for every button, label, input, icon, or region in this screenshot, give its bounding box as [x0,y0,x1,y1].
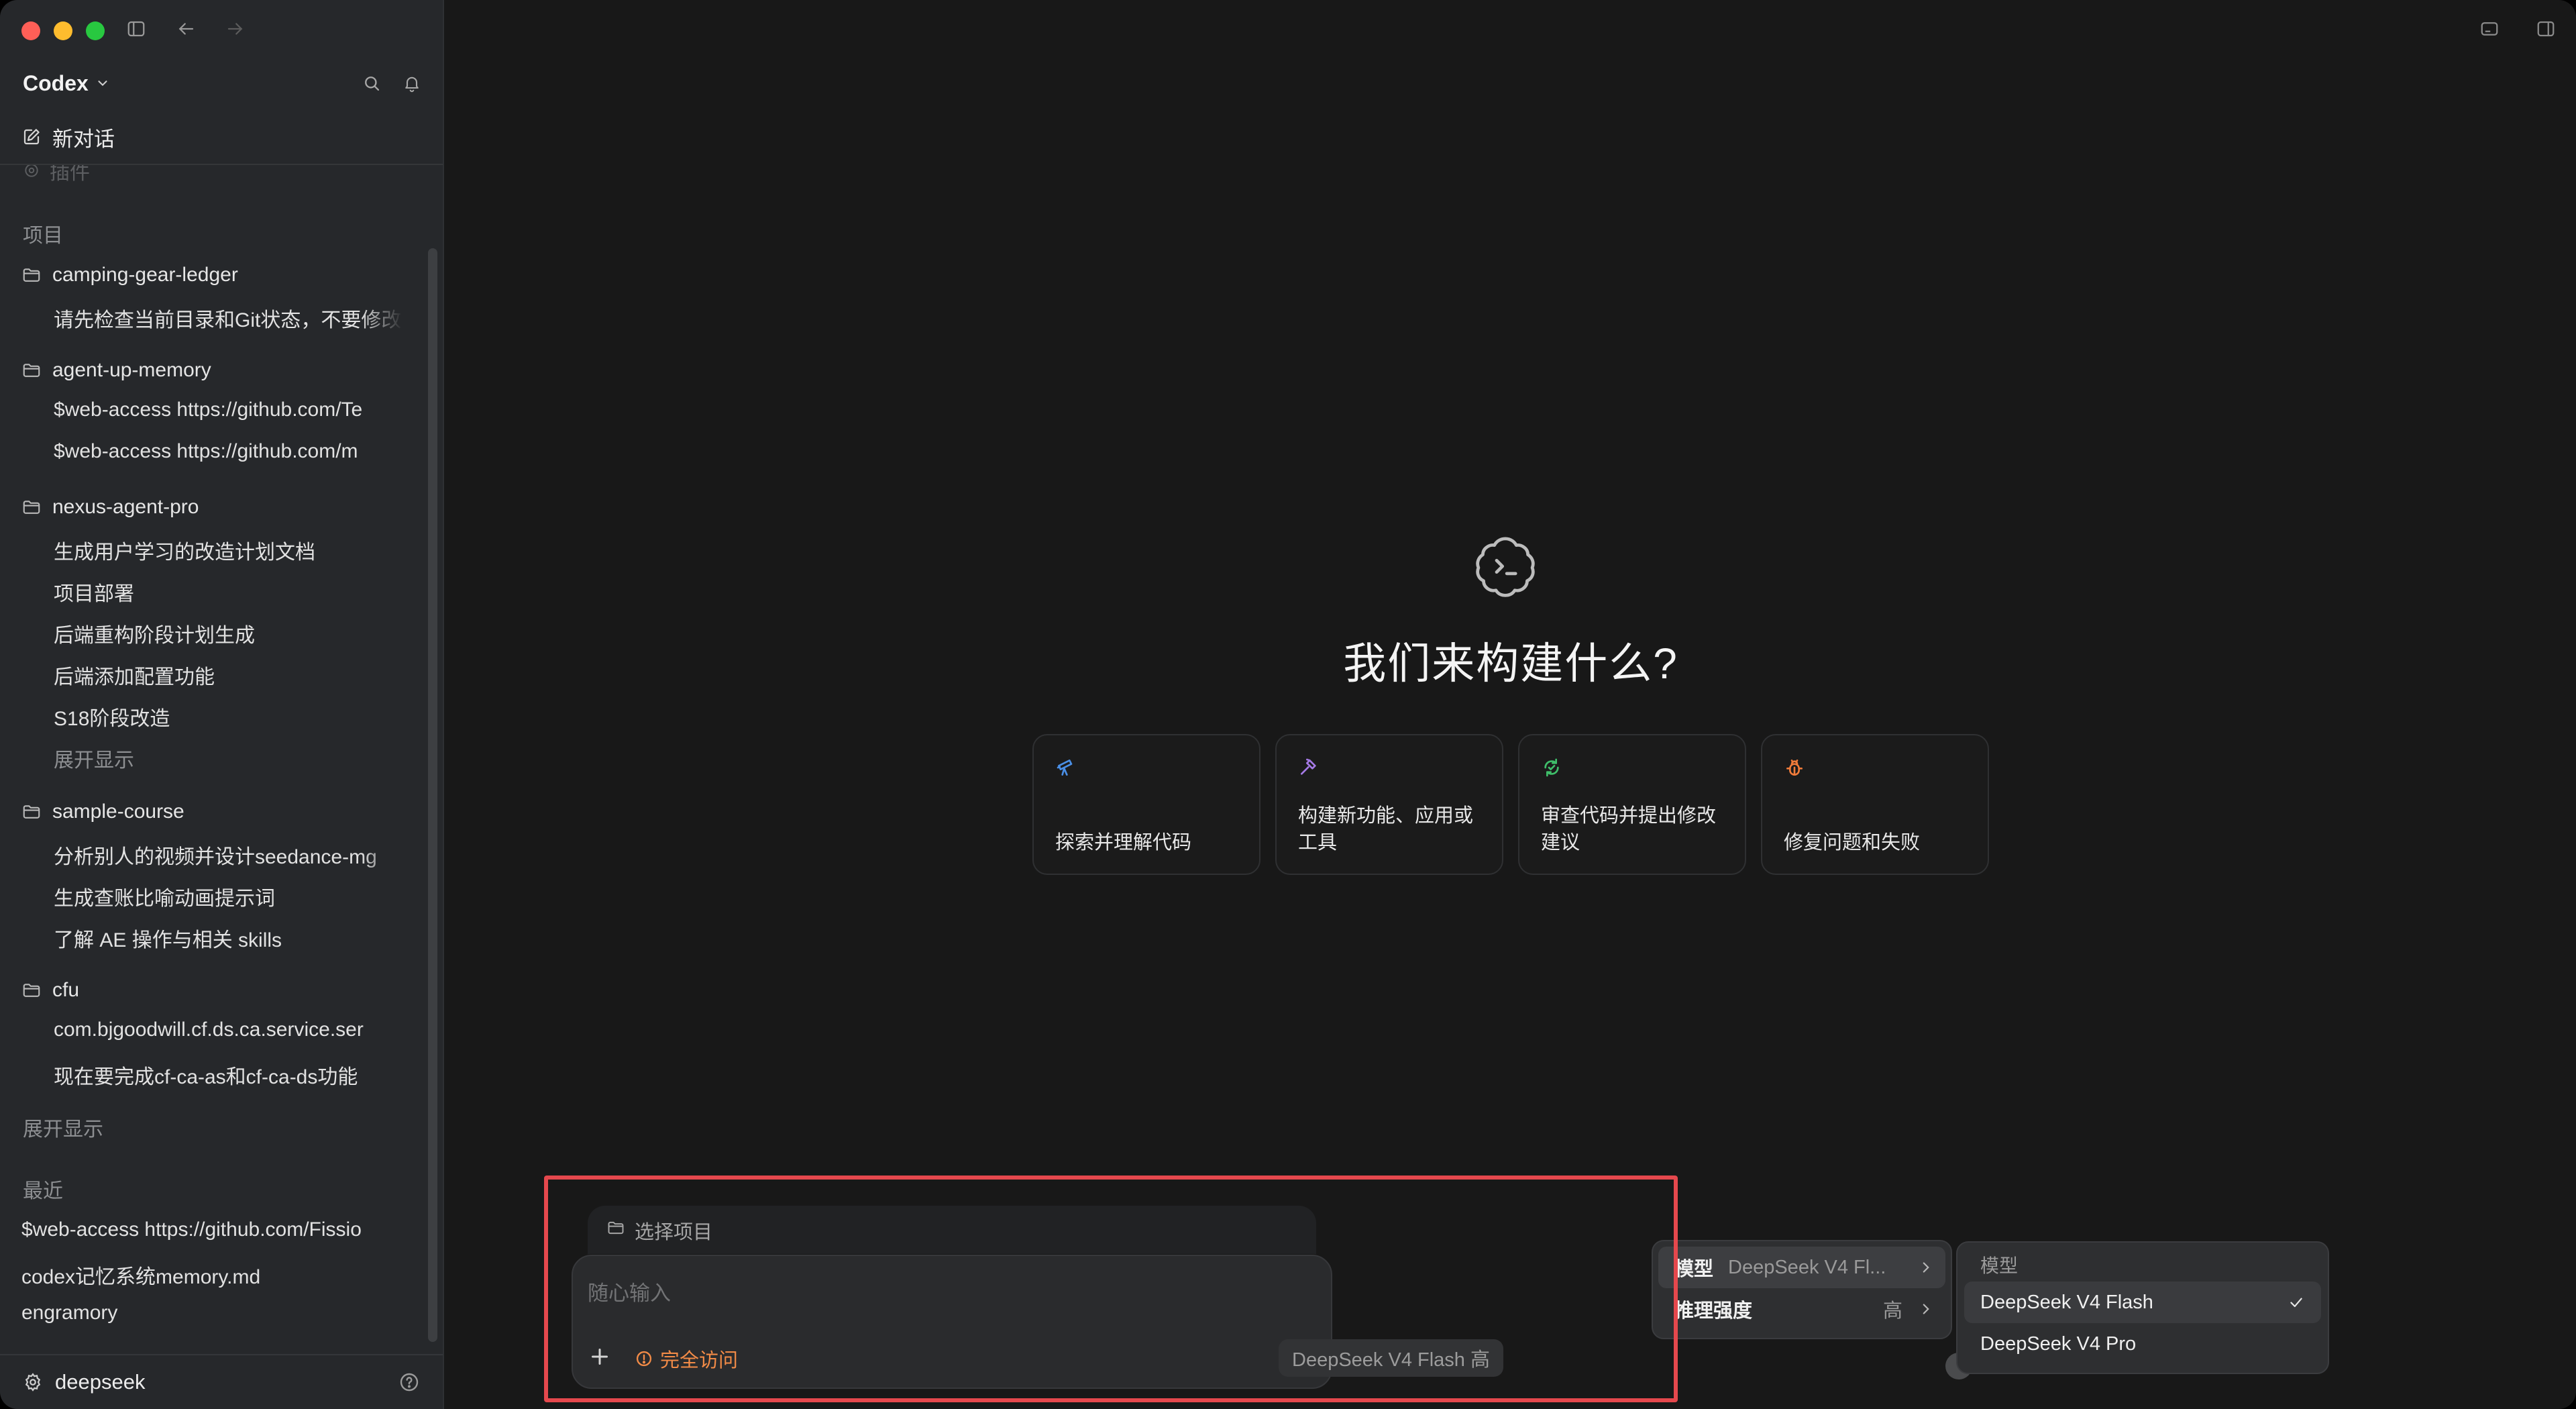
thread-item[interactable]: 现在要完成cf-ca-as和cf-ca-ds功能 [54,1060,402,1090]
new-chat-label: 新对话 [52,127,115,151]
chevron-right-icon [1923,1262,1929,1273]
thread-item[interactable]: $web-access https://github.com/Te [54,399,402,421]
sidebar-item-plugins[interactable]: 插件 [23,165,90,185]
chevron-down-icon [98,81,107,87]
recent-section-title: 最近 [23,1180,63,1202]
plugin-icon [25,165,38,177]
folder-icon [23,268,40,282]
model-option-flash[interactable]: DeepSeek V4 Flash [1964,1282,2321,1323]
submenu-title: 模型 [1980,1255,2019,1276]
recent-item[interactable]: engramory [21,1302,402,1324]
suggestion-card-explore[interactable]: 探索并理解代码 [1032,734,1260,875]
telescope-icon [1057,760,1073,776]
checkmark-icon [2290,1298,2302,1308]
sidebar-scroll-area: 插件 项目 camping-gear-ledger 请先检查当前目录和Git状态… [0,165,429,1346]
folder-icon [23,984,40,997]
model-option-pro[interactable]: DeepSeek V4 Pro [1964,1323,2321,1365]
sidebar-scrollbar[interactable] [428,248,437,1342]
projects-show-more-link[interactable]: 展开显示 [23,1112,103,1142]
thread-item[interactable]: $web-access https://github.com/m [54,440,402,463]
back-arrow-icon[interactable] [174,17,197,40]
forward-arrow-icon[interactable] [224,17,247,40]
sidebar: Codex 新对话 插件 项目 camping-gear-ledger 请先检查… [0,0,444,1409]
thread-item[interactable]: 后端添加配置功能 [54,660,402,690]
user-name: deepseek [55,1370,146,1394]
menu-item-model[interactable]: 模型 DeepSeek V4 Fl... [1658,1247,1945,1288]
project-show-more-link[interactable]: 展开显示 [54,743,134,773]
menu-item-reasoning-effort[interactable]: 推理强度 高 [1658,1288,1945,1330]
recent-item[interactable]: $web-access https://github.com/Fissio [21,1218,402,1241]
thread-item[interactable]: 了解 AE 操作与相关 skills [54,923,402,953]
folder-icon [23,501,40,514]
project-item[interactable]: nexus-agent-pro [21,491,199,523]
side-panel-toggle-icon[interactable] [2534,17,2557,40]
suggestion-card-review[interactable]: 审查代码并提出修改建议 [1518,734,1746,875]
model-submenu: 模型 DeepSeek V4 Flash DeepSeek V4 Pro [1956,1241,2329,1374]
gear-icon [25,1373,41,1392]
thread-item[interactable]: 分析别人的视频并设计seedance-mg [54,840,402,870]
search-icon[interactable] [361,72,382,94]
suggestion-card-build[interactable]: 构建新功能、应用或工具 [1275,734,1503,875]
project-item[interactable]: camping-gear-ledger [21,259,238,291]
page-title: 我们来构建什么? [1343,639,1678,688]
workspace-switcher[interactable]: Codex [23,71,110,96]
settings-button[interactable]: deepseek [23,1370,145,1394]
new-chat-button[interactable]: 新对话 [21,119,115,154]
minimize-window-button[interactable] [54,21,72,40]
thread-item[interactable]: 生成查账比喻动画提示词 [54,882,402,911]
bug-icon [1786,760,1803,776]
zoom-window-button[interactable] [86,21,105,40]
recent-item[interactable]: codex记忆系统memory.md [21,1260,402,1290]
review-icon [1544,758,1559,777]
close-window-button[interactable] [21,21,40,40]
compose-icon [23,129,40,145]
window-toolbar [125,17,247,40]
sidebar-toggle-icon[interactable] [125,17,148,40]
project-item[interactable]: sample-course [21,796,184,828]
app-name: Codex [23,70,89,95]
sidebar-footer: deepseek [0,1354,443,1409]
thread-item[interactable]: S18阶段改造 [54,702,402,731]
hammer-icon [1301,758,1316,775]
sidebar-header: Codex [23,67,423,99]
thread-item[interactable]: 项目部署 [54,577,402,607]
model-settings-menu: 模型 DeepSeek V4 Fl... 推理强度 高 [1652,1240,1952,1339]
bell-icon[interactable] [401,72,423,94]
thread-item[interactable]: 生成用户学习的改造计划文档 [54,535,402,565]
folder-icon [23,364,40,377]
terminal-panel-icon[interactable] [2478,17,2501,40]
thread-item[interactable]: com.bjgoodwill.cf.ds.ca.service.ser [54,1019,402,1041]
folder-icon [23,805,40,819]
thread-item[interactable]: 后端重构阶段计划生成 [54,619,402,648]
top-right-toolbar [2478,17,2557,40]
suggestion-card-fix[interactable]: 修复问题和失败 [1761,734,1989,875]
chevron-right-icon [1923,1304,1929,1314]
app-window: Codex 新对话 插件 项目 camping-gear-ledger 请先检查… [0,0,2576,1409]
projects-section-title: 项目 [23,225,63,247]
highlight-box [544,1176,1678,1402]
project-item[interactable]: cfu [21,974,79,1006]
window-controls [21,21,105,40]
thread-item[interactable]: 请先检查当前目录和Git状态，不要修改 [54,303,402,333]
suggestion-cards: 探索并理解代码 构建新功能、应用或工具 审查代码并提出修改建议 修复问题和失败 [1032,734,1989,875]
codex-logo-icon [1476,537,1535,597]
help-icon[interactable] [398,1371,420,1393]
project-item[interactable]: agent-up-memory [21,354,211,386]
